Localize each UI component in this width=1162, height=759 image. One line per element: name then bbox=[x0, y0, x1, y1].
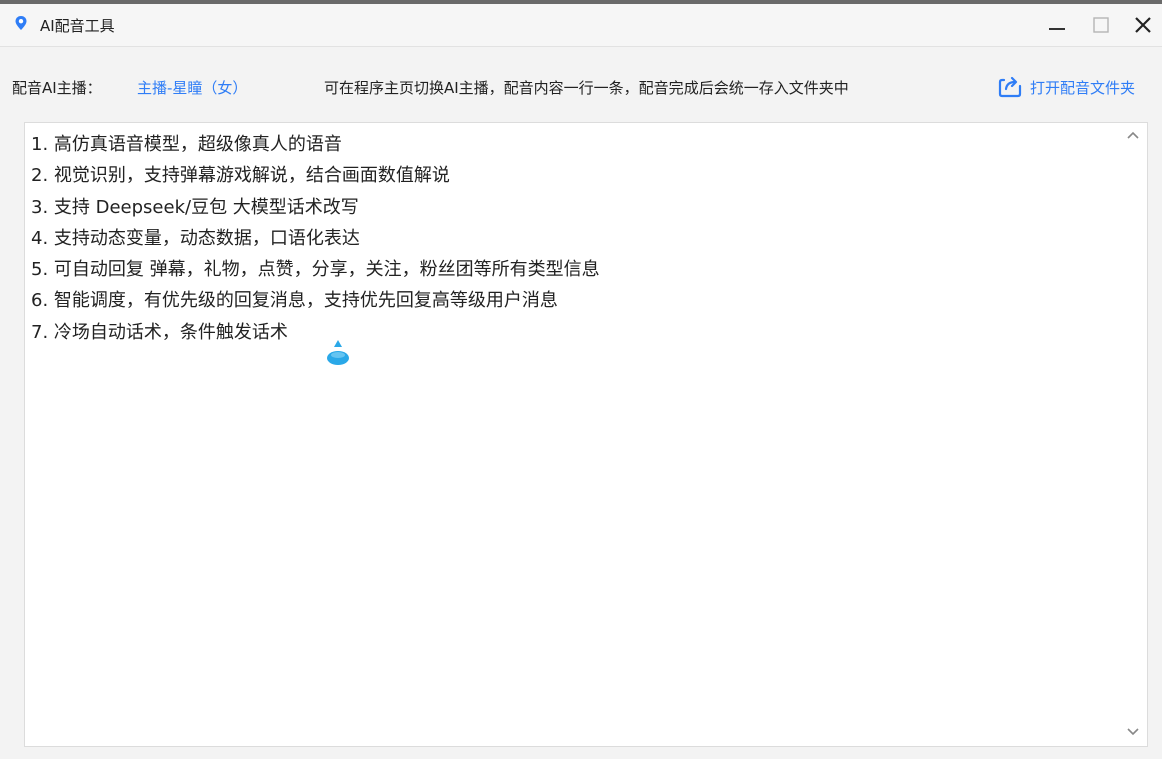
toolbar: 配音AI主播： 主播-星瞳（女） 可在程序主页切换AI主播，配音内容一行一条，配… bbox=[0, 70, 1162, 104]
voice-label: 配音AI主播： bbox=[12, 79, 102, 97]
editor-line: 2. 视觉识别，支持弹幕游戏解说，结合画面数值解说 bbox=[31, 165, 450, 187]
app-window: AI配音工具 配音AI主播： 主播-星瞳（女） 可在程序主页切换AI主播，配音内… bbox=[0, 4, 1162, 759]
minimize-icon bbox=[1049, 28, 1065, 30]
editor-line: 6. 智能调度，有优先级的回复消息，支持优先回复高等级用户消息 bbox=[31, 290, 558, 312]
vertical-scrollbar[interactable] bbox=[1119, 123, 1147, 746]
window-title: AI配音工具 bbox=[40, 17, 115, 35]
editor-line: 5. 可自动回复 弹幕，礼物，点赞，分享，关注，粉丝团等所有类型信息 bbox=[31, 259, 600, 281]
chevron-up-icon[interactable] bbox=[1126, 129, 1140, 141]
dubbing-text-editor[interactable]: 1. 高仿真语音模型，超级像真人的语音 2. 视觉识别，支持弹幕游戏解说，结合画… bbox=[24, 122, 1148, 747]
chevron-down-icon[interactable] bbox=[1126, 726, 1140, 738]
open-folder-icon bbox=[998, 76, 1022, 98]
open-folder-button[interactable]: 打开配音文件夹 bbox=[998, 75, 1135, 99]
editor-line: 7. 冷场自动话术，条件触发话术 bbox=[31, 321, 288, 343]
close-icon bbox=[1135, 17, 1151, 33]
editor-line: 1. 高仿真语音模型，超级像真人的语音 bbox=[31, 134, 342, 155]
maximize-button[interactable] bbox=[1084, 10, 1118, 40]
hint-text: 可在程序主页切换AI主播，配音内容一行一条，配音完成后会统一存入文件夹中 bbox=[324, 79, 849, 97]
voice-selector[interactable]: 主播-星瞳（女） bbox=[137, 77, 247, 98]
title-bar[interactable]: AI配音工具 bbox=[0, 4, 1162, 47]
editor-line: 3. 支持 Deepseek/豆包 大模型话术改写 bbox=[31, 196, 359, 218]
close-button[interactable] bbox=[1126, 10, 1160, 40]
editor-line: 4. 支持动态变量，动态数据，口语化表达 bbox=[31, 227, 360, 249]
open-folder-label: 打开配音文件夹 bbox=[1030, 78, 1136, 97]
maximize-icon bbox=[1093, 17, 1109, 33]
location-pin-icon bbox=[15, 16, 27, 30]
text-cursor-handle-icon[interactable] bbox=[322, 338, 354, 368]
editor-lines: 1. 高仿真语音模型，超级像真人的语音 2. 视觉识别，支持弹幕游戏解说，结合画… bbox=[31, 129, 1117, 348]
minimize-button[interactable] bbox=[1040, 10, 1074, 40]
